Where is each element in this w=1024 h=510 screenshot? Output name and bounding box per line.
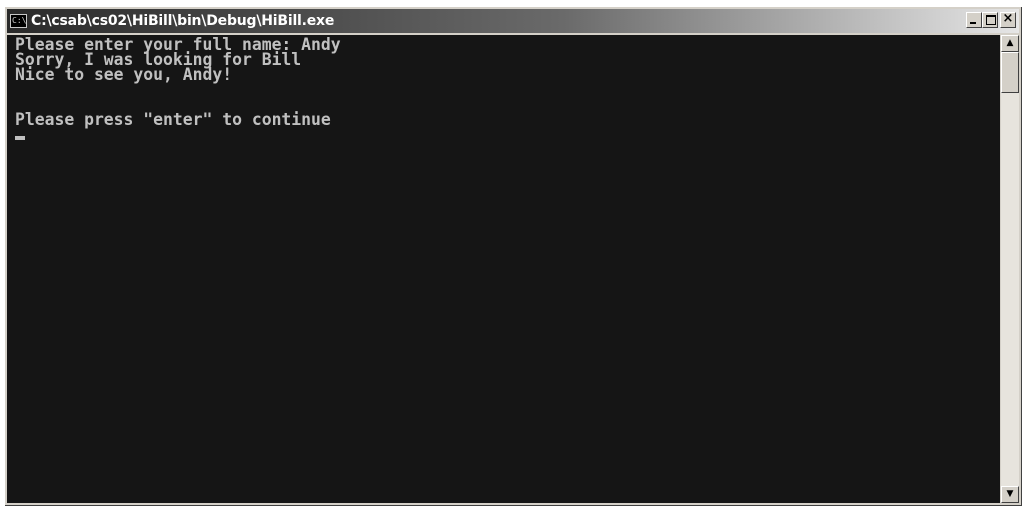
client-area: Please enter your full name: Andy Sorry,… bbox=[7, 35, 1019, 503]
title-bar[interactable]: C:\ C:\csab\cs02\HiBill\bin\Debug\HiBill… bbox=[7, 9, 1019, 33]
maximize-button[interactable] bbox=[982, 12, 998, 28]
console-window: C:\ C:\csab\cs02\HiBill\bin\Debug\HiBill… bbox=[4, 6, 1022, 506]
minimize-icon bbox=[970, 22, 976, 24]
scroll-down-button[interactable]: ▼ bbox=[1001, 486, 1019, 503]
console-line: Nice to see you, Andy! bbox=[15, 65, 233, 84]
vertical-scrollbar[interactable]: ▲ ▼ bbox=[1000, 35, 1019, 503]
close-icon: × bbox=[1002, 11, 1014, 26]
maximize-icon bbox=[986, 15, 996, 25]
close-button[interactable]: × bbox=[1000, 11, 1016, 28]
console-app-icon[interactable]: C:\ bbox=[10, 14, 27, 28]
window-title: C:\csab\cs02\HiBill\bin\Debug\HiBill.exe bbox=[31, 13, 335, 29]
console-output[interactable]: Please enter your full name: Andy Sorry,… bbox=[7, 35, 1000, 503]
console-line: Please press "enter" to continue bbox=[15, 110, 331, 129]
scroll-up-button[interactable]: ▲ bbox=[1001, 35, 1019, 52]
text-cursor bbox=[15, 136, 25, 140]
arrow-up-icon: ▲ bbox=[1006, 38, 1014, 48]
scrollbar-thumb[interactable] bbox=[1001, 52, 1019, 93]
arrow-down-icon: ▼ bbox=[1006, 489, 1014, 499]
minimize-button[interactable] bbox=[966, 12, 982, 28]
caption-buttons: × bbox=[966, 11, 1016, 28]
